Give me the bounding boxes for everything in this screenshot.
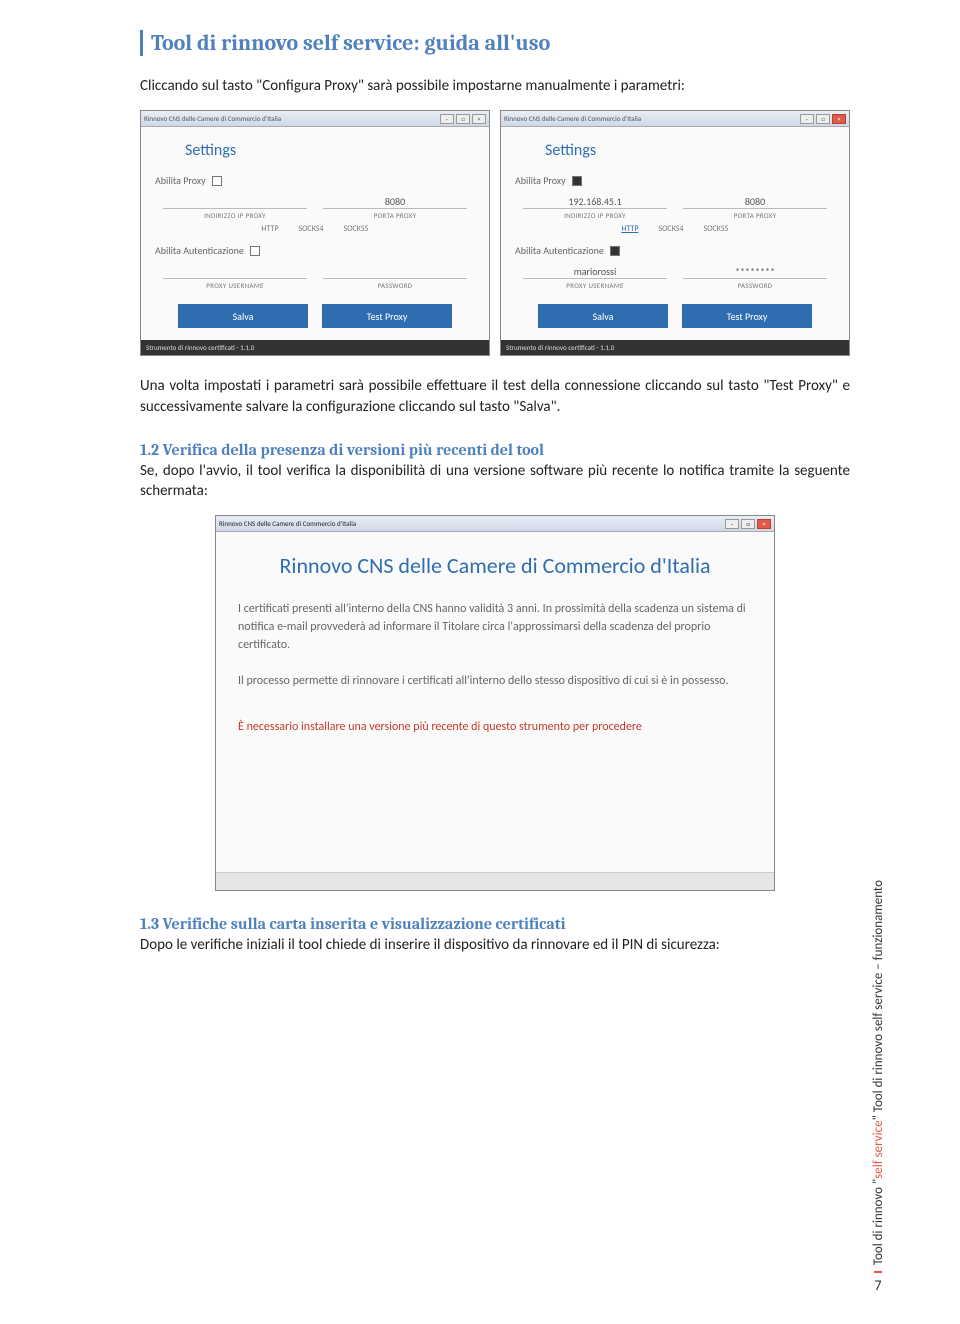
window-titlebar: Rinnovo CNS delle Camere di Commercio d'… <box>216 516 774 532</box>
page-title: Tool di rinnovo self service: guida all'… <box>151 30 850 56</box>
window-titlebar: Rinnovo CNS delle Camere di Commercio d'… <box>501 111 849 127</box>
minimize-icon[interactable]: – <box>440 114 454 124</box>
radio-socks4[interactable]: SOCKS4 <box>658 224 683 234</box>
minimize-icon[interactable]: – <box>725 519 739 529</box>
window-statusbar: Strumento di rinnovo certificati - 1.1.0 <box>141 340 489 355</box>
maximize-icon[interactable]: □ <box>456 114 470 124</box>
vertical-page-rail: Tool di rinnovo "self service" Tool di r… <box>866 850 890 1294</box>
section-1-3-heading: 1.3 Verifiche sulla carta inserita e vis… <box>140 915 850 933</box>
close-icon[interactable]: × <box>757 519 771 529</box>
username-label: PROXY USERNAME <box>206 281 264 290</box>
port-input[interactable]: 8080 <box>323 195 467 209</box>
ip-input[interactable]: 192.168.45.1 <box>523 195 667 209</box>
update-window-p2: Il processo permette di rinnovare i cert… <box>238 672 752 690</box>
radio-http[interactable]: HTTP <box>621 224 638 234</box>
window-statusbar <box>216 872 774 890</box>
update-notice-window: Rinnovo CNS delle Camere di Commercio d'… <box>215 515 775 891</box>
update-window-p1: I certificati presenti all'interno della… <box>238 600 752 654</box>
test-proxy-button[interactable]: Test Proxy <box>682 304 812 328</box>
maximize-icon[interactable]: □ <box>816 114 830 124</box>
maximize-icon[interactable]: □ <box>741 519 755 529</box>
window-controls: – □ × <box>725 519 771 529</box>
window-statusbar: Strumento di rinnovo certificati - 1.1.0 <box>501 340 849 355</box>
password-input[interactable]: ******** <box>683 265 827 279</box>
save-button[interactable]: Salva <box>538 304 668 328</box>
update-window-heading: Rinnovo CNS delle Camere di Commercio d'… <box>238 552 752 580</box>
close-icon[interactable]: × <box>472 114 486 124</box>
window-title: Rinnovo CNS delle Camere di Commercio d'… <box>219 519 356 528</box>
abilita-auth-checkbox[interactable] <box>250 246 260 256</box>
radio-http[interactable]: HTTP <box>261 224 278 234</box>
abilita-auth-label: Abilita Autenticazione <box>155 244 244 257</box>
password-input[interactable] <box>323 265 467 279</box>
close-icon[interactable]: × <box>832 114 846 124</box>
username-input[interactable] <box>163 265 307 279</box>
settings-heading: Settings <box>545 141 835 160</box>
minimize-icon[interactable]: – <box>800 114 814 124</box>
username-label: PROXY USERNAME <box>566 281 624 290</box>
radio-socks4[interactable]: SOCKS4 <box>298 224 323 234</box>
section-1-2-heading: 1.2 Verifica della presenza di versioni … <box>140 441 850 459</box>
abilita-auth-label: Abilita Autenticazione <box>515 244 604 257</box>
update-required-message: È necessario installare una versione più… <box>238 720 752 734</box>
page-number: 7 <box>874 1271 881 1294</box>
settings-window-filled: Rinnovo CNS delle Camere di Commercio d'… <box>500 110 850 356</box>
abilita-auth-checkbox[interactable] <box>610 246 620 256</box>
username-input[interactable]: mariorossi <box>523 265 667 279</box>
abilita-proxy-label: Abilita Proxy <box>515 174 566 187</box>
page-title-bar: Tool di rinnovo self service: guida all'… <box>140 30 850 56</box>
window-titlebar: Rinnovo CNS delle Camere di Commercio d'… <box>141 111 489 127</box>
port-input[interactable]: 8080 <box>683 195 827 209</box>
ip-input[interactable] <box>163 195 307 209</box>
password-label: PASSWORD <box>378 281 413 290</box>
ip-label: INDIRIZZO IP PROXY <box>204 211 266 220</box>
port-label: PORTA PROXY <box>374 211 417 220</box>
save-button[interactable]: Salva <box>178 304 308 328</box>
settings-screens-row: Rinnovo CNS delle Camere di Commercio d'… <box>140 110 850 356</box>
section-1-2-body: Se, dopo l'avvio, il tool verifica la di… <box>140 461 850 502</box>
vertical-caption: Tool di rinnovo "self service" Tool di r… <box>871 880 886 1265</box>
intro-paragraph: Cliccando sul tasto "Configura Proxy" sa… <box>140 76 850 96</box>
radio-socks5[interactable]: SOCKS5 <box>344 224 369 234</box>
radio-socks5[interactable]: SOCKS5 <box>704 224 729 234</box>
password-label: PASSWORD <box>738 281 773 290</box>
settings-heading: Settings <box>185 141 475 160</box>
window-controls: – □ × <box>440 114 486 124</box>
abilita-proxy-label: Abilita Proxy <box>155 174 206 187</box>
window-controls: – □ × <box>800 114 846 124</box>
ip-label: INDIRIZZO IP PROXY <box>564 211 626 220</box>
window-title: Rinnovo CNS delle Camere di Commercio d'… <box>504 114 641 123</box>
abilita-proxy-checkbox[interactable] <box>572 176 582 186</box>
abilita-proxy-checkbox[interactable] <box>212 176 222 186</box>
port-label: PORTA PROXY <box>734 211 777 220</box>
test-proxy-button[interactable]: Test Proxy <box>322 304 452 328</box>
window-title: Rinnovo CNS delle Camere di Commercio d'… <box>144 114 281 123</box>
section-1-3-body: Dopo le verifiche iniziali il tool chied… <box>140 935 850 955</box>
settings-window-empty: Rinnovo CNS delle Camere di Commercio d'… <box>140 110 490 356</box>
paragraph-after-settings: Una volta impostati i parametri sarà pos… <box>140 376 850 417</box>
